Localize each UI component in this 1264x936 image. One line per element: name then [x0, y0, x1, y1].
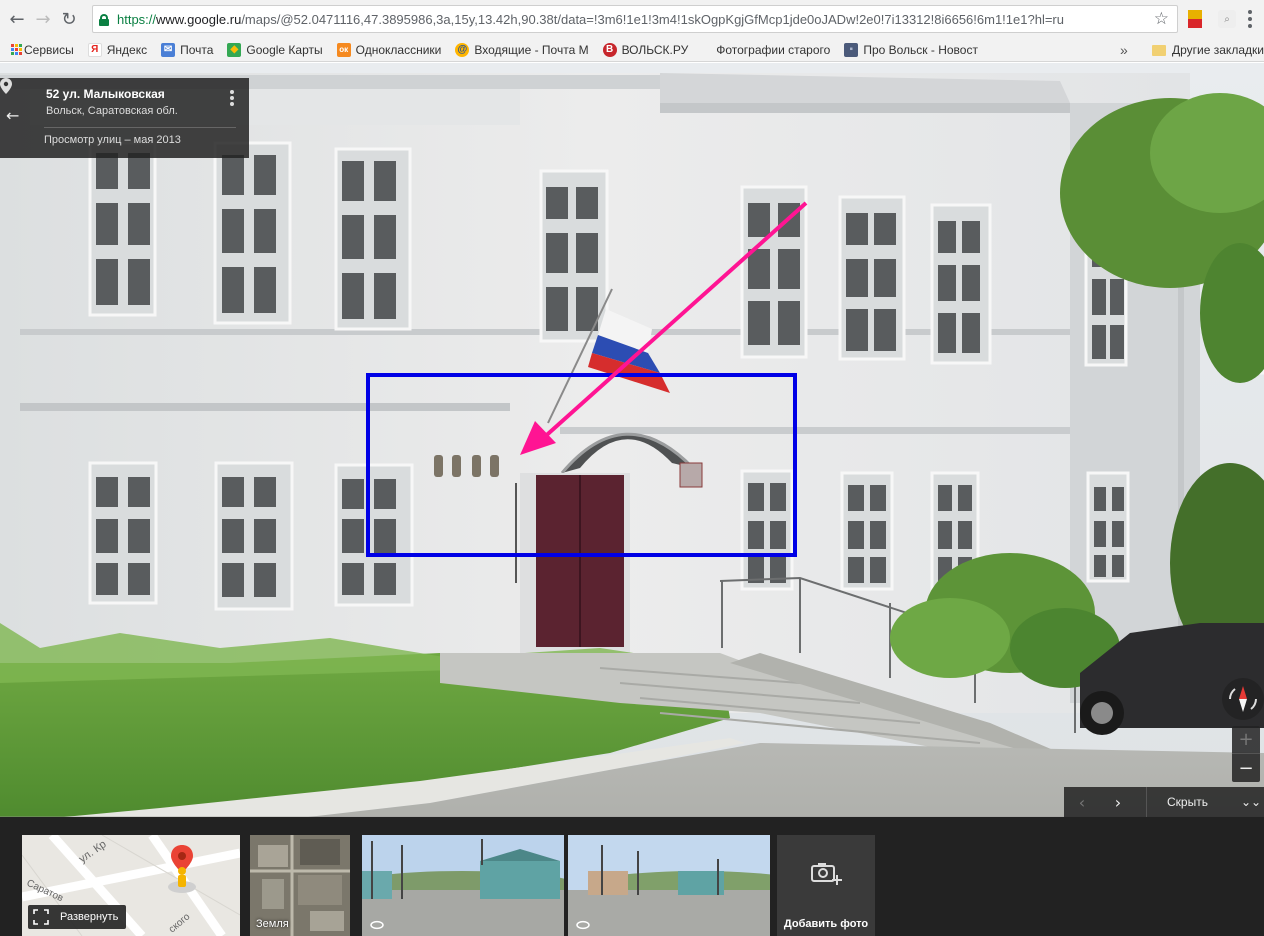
add-photo-label: Добавить фото [783, 918, 869, 930]
chevron-right-icon[interactable]: › [1100, 793, 1136, 812]
volsk-icon: В [602, 42, 617, 57]
bookmarks-bar: Сервисы Я Яндекс ✉ Почта ◆ Google Карты … [0, 38, 1264, 62]
location-info-card: ← 52 ул. Малыковская Вольск, Саратовская… [0, 78, 249, 158]
bookmark-old-photos[interactable]: Фотографии старого [716, 43, 830, 57]
panorama-image [362, 835, 564, 936]
url-path: /maps/@52.0471116,47.3895986,3a,15y,13.4… [241, 11, 1064, 27]
bookmark-volsk-ru[interactable]: В ВОЛЬСК.РУ [602, 42, 689, 57]
bookmark-label: Входящие - Почта M [474, 42, 589, 57]
bottom-thumbnail-strip: ул. Кр Саратов ского Развернуть Земля До… [0, 817, 1264, 936]
double-chevron-down-icon[interactable]: ⌄⌄ [1241, 795, 1261, 809]
lock-icon [99, 13, 109, 26]
bookmark-mailru-inbox[interactable]: @ Входящие - Почта M [455, 42, 589, 57]
bookmark-label: Фотографии старого [716, 42, 831, 57]
bookmark-label: Google Карты [246, 42, 323, 57]
url-host: www.google.ru [156, 11, 242, 27]
bookmark-other-folder[interactable]: Другие закладки [1152, 38, 1264, 61]
back-arrow-icon[interactable]: ← [4, 6, 30, 32]
forward-arrow-icon[interactable]: → [30, 6, 56, 32]
bookmark-label: Одноклассники [355, 42, 442, 57]
address-locality: Вольск, Саратовская обл. [46, 105, 178, 117]
camera-plus-icon [811, 863, 842, 885]
bookmark-label: Другие закладки [1172, 43, 1264, 57]
capture-date: Просмотр улиц – мая 2013 [44, 134, 181, 146]
minimap-tile[interactable]: ул. Кр Саратов ского Развернуть [22, 835, 240, 936]
panorama-360-icon [576, 920, 590, 930]
bookmark-pro-volsk[interactable]: ▪ Про Вольск - Новост [844, 42, 978, 57]
url-text[interactable]: https://www.google.ru/maps/@52.0471116,4… [117, 12, 1147, 27]
bookmark-google-maps[interactable]: ◆ Google Карты [227, 42, 323, 57]
reload-icon[interactable]: ↻ [56, 6, 82, 32]
street-view-panorama[interactable]: ← 52 ул. Малыковская Вольск, Саратовская… [0, 63, 1264, 936]
bookmark-services[interactable]: Сервисы [10, 43, 74, 57]
card-divider [44, 127, 236, 128]
earth-view-label: Земля [256, 918, 289, 930]
bookmark-star-icon[interactable]: ☆ [1154, 9, 1169, 29]
add-photo-button[interactable]: Добавить фото [777, 835, 875, 936]
more-options-icon[interactable] [230, 90, 234, 108]
fullscreen-icon [33, 909, 49, 925]
odnoklassniki-icon: ок [336, 42, 351, 57]
earth-view-tile[interactable]: Земля [250, 835, 350, 936]
expand-map-button[interactable]: Развернуть [28, 905, 127, 929]
yandex-icon: Я [87, 42, 102, 57]
url-scheme: https:// [117, 11, 157, 27]
back-arrow-icon[interactable]: ← [6, 106, 19, 125]
compass-button[interactable] [1222, 678, 1264, 720]
browser-toolbar: ← → ↻ https://www.google.ru/maps/@52.047… [0, 0, 1264, 38]
expand-map-label: Развернуть [60, 911, 119, 923]
zoom-in-button[interactable]: + [1232, 726, 1260, 754]
google-maps-icon: ◆ [227, 42, 242, 57]
bookmark-label: Почта [180, 42, 214, 57]
zoom-out-button[interactable]: − [1232, 754, 1260, 782]
bookmark-yandex[interactable]: Я Яндекс [87, 42, 148, 57]
folder-icon [1152, 44, 1166, 56]
map-pin-icon[interactable] [0, 78, 12, 94]
address-bar[interactable]: https://www.google.ru/maps/@52.0471116,4… [92, 5, 1178, 33]
bookmarks-more-chevron-icon[interactable]: » [1120, 42, 1128, 58]
mailru-icon: @ [455, 42, 470, 57]
browser-menu-icon[interactable] [1248, 10, 1252, 28]
zoom-control: + − [1232, 726, 1260, 782]
bookmark-mail[interactable]: ✉ Почта [161, 42, 214, 57]
bookmark-flag-extension-icon[interactable] [1188, 10, 1202, 28]
mail-icon: ✉ [161, 42, 176, 57]
chevron-left-icon[interactable]: ‹ [1064, 793, 1100, 812]
address-title: 52 ул. Малыковская [46, 87, 165, 101]
panorama-thumbnail[interactable] [568, 835, 770, 936]
bookmark-label: ВОЛЬСК.РУ [621, 42, 689, 57]
search-extension-icon[interactable]: ⌕ [1218, 10, 1236, 28]
bookmark-label: Про Вольск - Новост [863, 42, 978, 57]
bookmark-label: Сервисы [24, 42, 74, 57]
bookmark-label: Яндекс [106, 42, 148, 57]
filmstrip-control-bar: ‹ › Скрыть ⌄⌄ [1064, 787, 1264, 817]
bookmark-odnoklassniki[interactable]: ок Одноклассники [336, 42, 442, 57]
divider [1146, 787, 1147, 817]
hide-filmstrip-button[interactable]: Скрыть [1167, 795, 1227, 809]
panorama-thumbnail[interactable] [362, 835, 564, 936]
compass-icon [1229, 686, 1257, 712]
panorama-image [568, 835, 770, 936]
panorama-360-icon [370, 920, 384, 930]
apps-icon [10, 43, 24, 57]
pro-volsk-icon: ▪ [844, 42, 859, 57]
